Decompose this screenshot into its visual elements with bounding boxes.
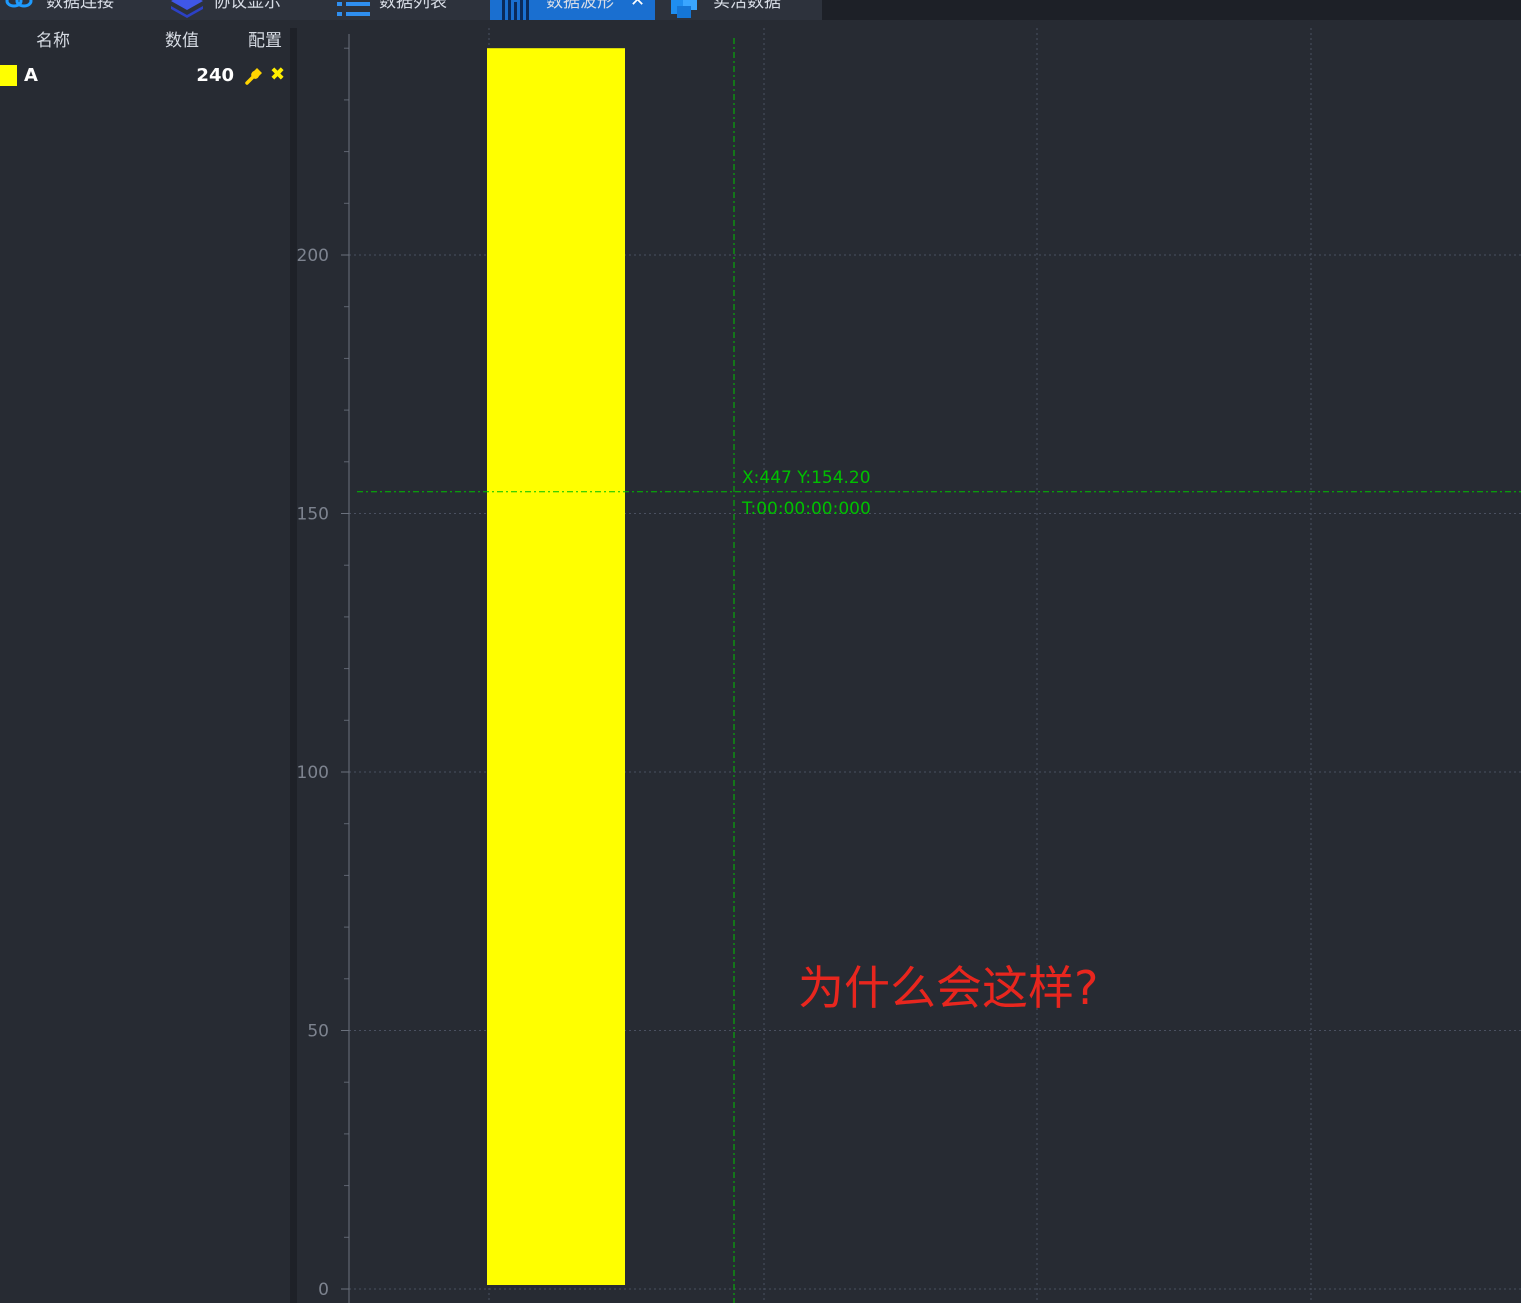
plot-canvas[interactable]: 0 50 100 150 200 X:447 Y:154.20 T:00:00:00:00… bbox=[297, 28, 1521, 1303]
list-icon bbox=[337, 2, 370, 16]
y-axis: 0 50 100 150 200 bbox=[297, 34, 350, 1303]
column-header-config[interactable]: 配置 bbox=[248, 30, 282, 52]
waveform-plot[interactable]: 0 50 100 150 200 X:447 Y:154.20 T:00:00:00:00… bbox=[297, 28, 1521, 1303]
waveform-fill-block bbox=[487, 48, 625, 1286]
channel-panel: 名称 数值 配置 A 240 ✖ bbox=[0, 28, 290, 1303]
y-tick-label: 200 bbox=[297, 246, 329, 266]
channel-value: 240 bbox=[196, 65, 234, 86]
channel-color-swatch[interactable] bbox=[0, 65, 17, 86]
tab-data-waveform[interactable]: 数据波形 ✕ bbox=[490, 0, 655, 20]
annotation-text: 为什么会这样? bbox=[798, 961, 1099, 1015]
tab-data-list[interactable]: 数据列表 bbox=[335, 0, 485, 20]
y-tick-label: 50 bbox=[307, 1022, 329, 1042]
tab-label: 实活数据 bbox=[713, 0, 781, 12]
tab-label: 数据波形 bbox=[546, 0, 614, 12]
cursor-time-readout: T:00:00:00:000 bbox=[741, 499, 871, 519]
waveform-app-window: 数据连接 协议显示 数据列表 数据波形 ✕ 实活数据 名称 数值 配置 A 24… bbox=[0, 0, 1521, 1303]
remove-channel-icon[interactable]: ✖ bbox=[270, 63, 285, 87]
y-tick-label: 100 bbox=[297, 763, 329, 783]
channel-row[interactable]: A 240 ✖ bbox=[0, 62, 290, 90]
y-tick-label: 0 bbox=[318, 1280, 329, 1300]
wrench-icon[interactable] bbox=[244, 66, 264, 86]
panel-splitter[interactable] bbox=[290, 28, 297, 1303]
channel-name: A bbox=[24, 65, 38, 86]
y-tick-label: 150 bbox=[297, 505, 329, 525]
tab-data-connection[interactable]: 数据连接 bbox=[0, 0, 150, 20]
cube-icon bbox=[671, 0, 697, 18]
tab-close-icon[interactable]: ✕ bbox=[630, 0, 645, 12]
cursor-xy-readout: X:447 Y:154.20 bbox=[742, 468, 871, 488]
layers-icon bbox=[171, 0, 203, 18]
column-header-name[interactable]: 名称 bbox=[36, 30, 70, 52]
tab-protocol-display[interactable]: 协议显示 bbox=[165, 0, 325, 20]
link-icon bbox=[5, 0, 33, 8]
tab-live-data[interactable]: 实活数据 bbox=[665, 0, 820, 20]
tab-label: 数据连接 bbox=[46, 0, 114, 12]
tab-label: 协议显示 bbox=[213, 0, 281, 12]
tab-bar: 数据连接 协议显示 数据列表 数据波形 ✕ 实活数据 bbox=[0, 0, 1521, 20]
column-header-value[interactable]: 数值 bbox=[165, 30, 199, 52]
data-layer bbox=[487, 48, 625, 1286]
waveform-icon bbox=[502, 0, 529, 20]
tab-label: 数据列表 bbox=[379, 0, 447, 12]
